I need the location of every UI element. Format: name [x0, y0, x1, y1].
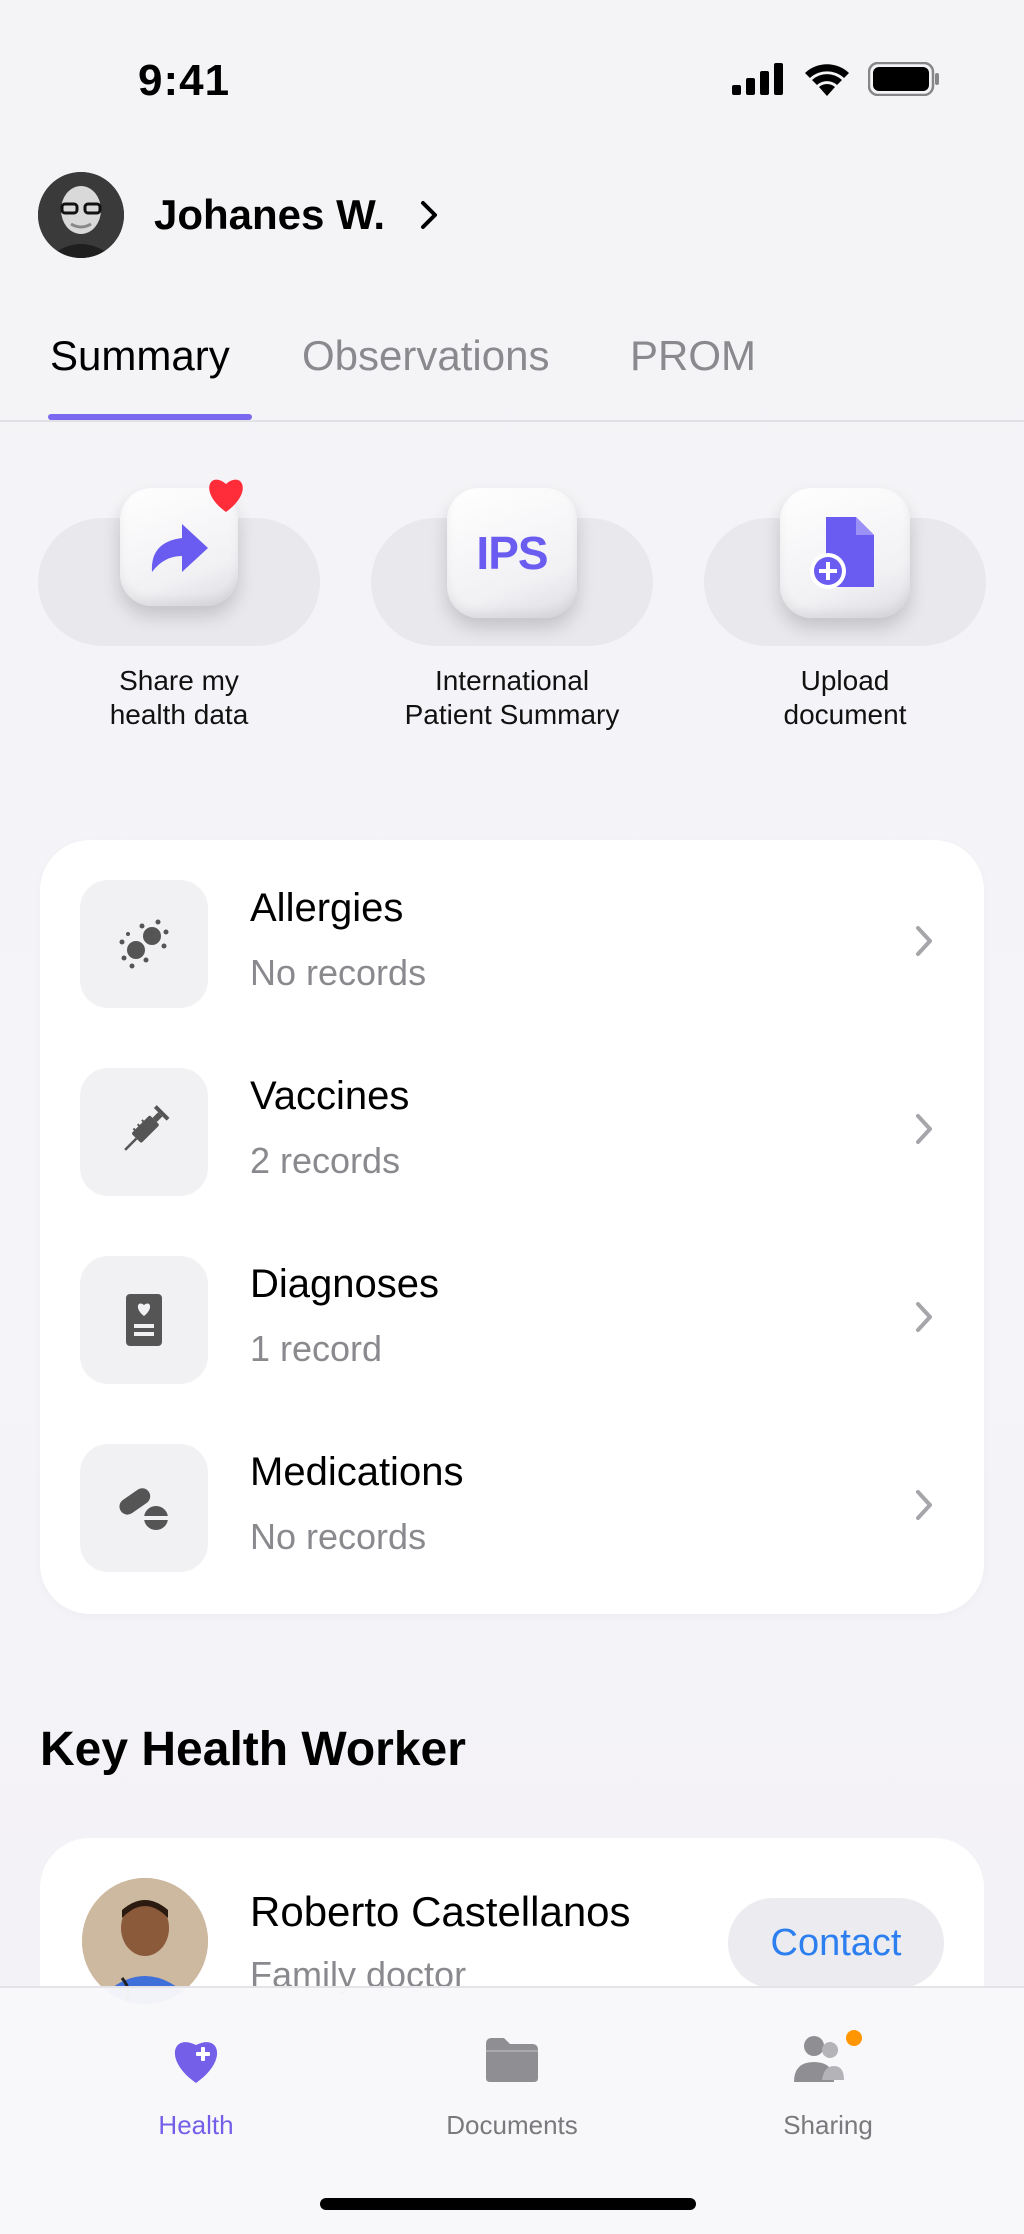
record-vaccines[interactable]: Vaccines 2 records	[80, 1068, 944, 1198]
notification-badge	[846, 2030, 862, 2046]
status-bar: 9:41	[0, 0, 1024, 130]
folder-icon	[486, 2038, 538, 2082]
tabbar-label: Health	[158, 2110, 234, 2140]
record-count: No records	[250, 1516, 427, 1557]
record-title: Diagnoses	[250, 1262, 440, 1306]
chevron-right-icon	[916, 926, 932, 956]
chevron-right-icon	[916, 1114, 932, 1144]
tabbar-label: Documents	[446, 2110, 578, 2140]
tab-observations[interactable]: Observations	[302, 332, 549, 380]
home-indicator	[320, 2198, 696, 2210]
avatar	[38, 172, 124, 258]
tabbar-item-health[interactable]: Health	[86, 2028, 306, 2141]
record-count: 2 records	[250, 1140, 401, 1181]
share-health-data-label: Share my health data	[109, 665, 249, 730]
share-heart-icon	[120, 479, 243, 606]
tabbar-label: Sharing	[783, 2110, 873, 2140]
profile-name: Johanes W.	[154, 191, 386, 238]
upload-document-label: Upload document	[783, 665, 907, 730]
record-diagnoses[interactable]: Diagnoses 1 record	[80, 1256, 944, 1386]
diagnosis-icon	[80, 1256, 208, 1384]
record-medications[interactable]: Medications No records	[80, 1444, 944, 1574]
international-patient-summary-button[interactable]: IPS International Patient Summary	[371, 488, 653, 730]
people-icon	[794, 2030, 862, 2082]
record-title: Medications	[250, 1450, 464, 1494]
tabbar-item-documents[interactable]: Documents	[402, 2028, 622, 2141]
status-icons	[732, 62, 940, 96]
battery-icon	[868, 62, 939, 96]
health-records-card: Allergies No records Vaccines 2 records	[40, 840, 984, 1614]
ips-icon: IPS	[447, 488, 577, 618]
record-count: No records	[250, 952, 427, 993]
chevron-right-icon	[421, 201, 438, 229]
tab-prom[interactable]: PROM	[630, 332, 756, 380]
tab-summary[interactable]: Summary	[50, 332, 230, 380]
chevron-right-icon	[916, 1302, 932, 1332]
allergy-icon	[80, 880, 208, 1008]
contact-button[interactable]: Contact	[728, 1898, 944, 1988]
health-worker-name: Roberto Castellanos	[250, 1888, 631, 1935]
segment-tabs: Summary Observations PROM	[0, 318, 1024, 422]
wifi-icon	[805, 64, 849, 96]
pills-icon	[80, 1444, 208, 1572]
chevron-right-icon	[916, 1490, 932, 1520]
active-tab-indicator	[48, 414, 252, 420]
section-title-key-health-worker: Key Health Worker	[40, 1723, 466, 1776]
upload-document-button[interactable]: Upload document	[704, 488, 986, 730]
record-count: 1 record	[250, 1328, 383, 1369]
status-time: 9:41	[138, 56, 231, 105]
tabbar-item-sharing[interactable]: Sharing	[718, 2028, 938, 2141]
cellular-signal-icon	[732, 63, 783, 95]
bottom-tab-bar: Health Documents Sharing	[0, 1986, 1024, 2234]
profile-header[interactable]: Johanes W.	[38, 172, 439, 258]
syringe-icon	[80, 1068, 208, 1196]
record-allergies[interactable]: Allergies No records	[80, 880, 944, 1010]
record-title: Allergies	[250, 886, 404, 930]
heart-plus-icon	[174, 2042, 218, 2083]
international-patient-summary-label: International Patient Summary	[404, 665, 620, 730]
record-title: Vaccines	[250, 1074, 410, 1118]
share-health-data-button[interactable]: Share my health data	[38, 479, 320, 730]
upload-document-icon	[780, 488, 910, 618]
